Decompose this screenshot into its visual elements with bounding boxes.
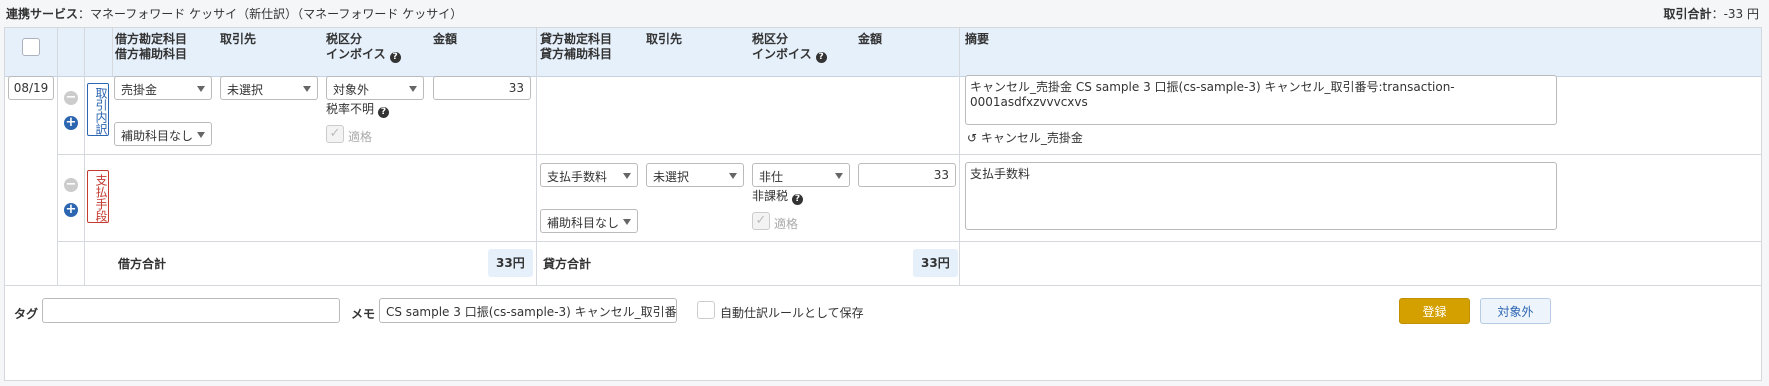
- chevron-down-icon: [623, 173, 631, 179]
- row-divider: [57, 154, 1761, 155]
- tax-exempt-note: 非課税?: [752, 187, 804, 205]
- credit-tax-select[interactable]: 非仕: [752, 163, 850, 187]
- debit-sub-account-value: 補助科目なし: [121, 129, 194, 143]
- debit-account-value: 売掛金: [121, 83, 158, 97]
- remove-row-icon[interactable]: −: [64, 178, 78, 192]
- undo-label: キャンセル_売掛金: [980, 131, 1083, 145]
- divider: [112, 28, 113, 76]
- row-divider: [57, 241, 1761, 242]
- tax-rate-note-label: 税率不明: [326, 102, 375, 116]
- description-textarea[interactable]: キャンセル_売掛金 CS sample 3 口振(cs-sample-3) キャ…: [965, 75, 1557, 125]
- qualified-checkbox[interactable]: ✓: [326, 125, 344, 143]
- credit-total-value: 33円: [913, 249, 958, 277]
- transaction-detail-tag: 取引内訳: [87, 83, 109, 136]
- chevron-down-icon: [197, 132, 205, 138]
- debit-sub-account-select[interactable]: 補助科目なし: [114, 122, 212, 146]
- undo-icon: ↺: [967, 131, 978, 145]
- debit-tax-value: 対象外: [333, 83, 370, 97]
- credit-sub-account-select[interactable]: 補助科目なし: [540, 209, 638, 233]
- tag-input[interactable]: [42, 298, 340, 323]
- service-value: マネーフォワード ケッサイ（新仕訳）（マネーフォワード ケッサイ）: [90, 7, 463, 21]
- payment-method-tag: 支払手段: [87, 170, 109, 223]
- header-credit-amount: 金額: [858, 32, 883, 46]
- chevron-down-icon: [303, 86, 311, 92]
- memo-input[interactable]: CS sample 3 口振(cs-sample-3) キャンセル_取引番: [379, 298, 677, 323]
- qualified-label: 適格: [774, 217, 799, 231]
- credit-account-value: 支払手数料: [547, 170, 608, 184]
- debit-account-select[interactable]: 売掛金: [114, 76, 212, 100]
- header-debit-tax: 税区分: [326, 32, 363, 46]
- header-debit-account: 借方勘定科目: [115, 32, 188, 46]
- credit-partner-value: 未選択: [653, 170, 690, 184]
- help-icon[interactable]: ?: [792, 194, 804, 205]
- qualified-label: 適格: [348, 130, 373, 144]
- header-credit-account: 貸方勘定科目: [540, 32, 613, 46]
- header-debit-amount: 金額: [433, 32, 458, 46]
- divider: [536, 28, 537, 286]
- debit-amount-input[interactable]: 33: [433, 76, 531, 100]
- credit-tax-value: 非仕: [759, 170, 784, 184]
- memo-label: メモ: [351, 307, 376, 321]
- service-info: 連携サービス：マネーフォワード ケッサイ（新仕訳）（マネーフォワード ケッサイ）: [6, 7, 463, 21]
- add-row-icon[interactable]: +: [64, 203, 78, 217]
- header-credit-invoice: インボイス?: [752, 47, 827, 63]
- register-button[interactable]: 登録: [1399, 298, 1470, 324]
- help-icon[interactable]: ?: [815, 52, 827, 63]
- transaction-total: 取引合計：-33 円: [1663, 7, 1759, 21]
- chevron-down-icon: [729, 173, 737, 179]
- add-row-icon[interactable]: +: [64, 116, 78, 130]
- transaction-total-value: -33 円: [1723, 7, 1759, 21]
- service-label: 連携サービス: [6, 7, 79, 21]
- chevron-down-icon: [409, 86, 417, 92]
- debit-partner-select[interactable]: 未選択: [220, 76, 318, 100]
- credit-amount-input[interactable]: 33: [858, 163, 956, 187]
- transaction-total-label: 取引合計: [1663, 7, 1712, 21]
- credit-sub-account-value: 補助科目なし: [547, 216, 620, 230]
- debit-total-value: 33円: [488, 249, 533, 277]
- header-credit-tax: 税区分: [752, 32, 789, 46]
- description-textarea[interactable]: 支払手数料: [965, 162, 1557, 230]
- remove-row-icon[interactable]: −: [64, 91, 78, 105]
- chevron-down-icon: [623, 219, 631, 225]
- debit-total-label: 借方合計: [118, 257, 167, 271]
- table-header: [5, 28, 1761, 77]
- auto-rule-label: 自動仕訳ルールとして保存: [720, 306, 864, 320]
- help-icon[interactable]: ?: [378, 107, 390, 118]
- credit-partner-select[interactable]: 未選択: [646, 163, 744, 187]
- qualified-checkbox[interactable]: ✓: [752, 212, 770, 230]
- exclude-button[interactable]: 対象外: [1480, 298, 1551, 324]
- divider: [57, 28, 58, 286]
- header-credit-sub: 貸方補助科目: [540, 47, 613, 61]
- date-input[interactable]: 08/19: [8, 76, 54, 100]
- divider: [84, 28, 85, 286]
- select-all-checkbox[interactable]: [22, 38, 40, 56]
- header-credit-invoice-label: インボイス: [752, 47, 812, 61]
- chevron-down-icon: [835, 173, 843, 179]
- header-debit-invoice-label: インボイス: [326, 47, 386, 61]
- debit-tax-select[interactable]: 対象外: [326, 76, 424, 100]
- tag-label: タグ: [14, 307, 39, 321]
- header-memo: 摘要: [965, 32, 990, 46]
- divider: [959, 28, 960, 286]
- tax-rate-note: 税率不明?: [326, 100, 390, 118]
- header-debit-partner: 取引先: [220, 32, 257, 46]
- help-icon[interactable]: ?: [389, 52, 401, 63]
- credit-total-label: 貸方合計: [543, 257, 592, 271]
- debit-partner-value: 未選択: [227, 83, 264, 97]
- chevron-down-icon: [197, 86, 205, 92]
- row-divider: [5, 285, 1761, 286]
- undo-link[interactable]: ↺ キャンセル_売掛金: [967, 129, 1083, 146]
- header-debit-sub: 借方補助科目: [115, 47, 188, 61]
- header-credit-partner: 取引先: [646, 32, 683, 46]
- credit-account-select[interactable]: 支払手数料: [540, 163, 638, 187]
- tax-exempt-note-label: 非課税: [752, 189, 789, 203]
- journal-entry-panel: 借方勘定科目 借方補助科目 取引先 税区分 インボイス? 金額 貸方勘定科目 貸…: [4, 27, 1762, 381]
- auto-rule-checkbox[interactable]: [697, 301, 715, 319]
- header-debit-invoice: インボイス?: [326, 47, 401, 63]
